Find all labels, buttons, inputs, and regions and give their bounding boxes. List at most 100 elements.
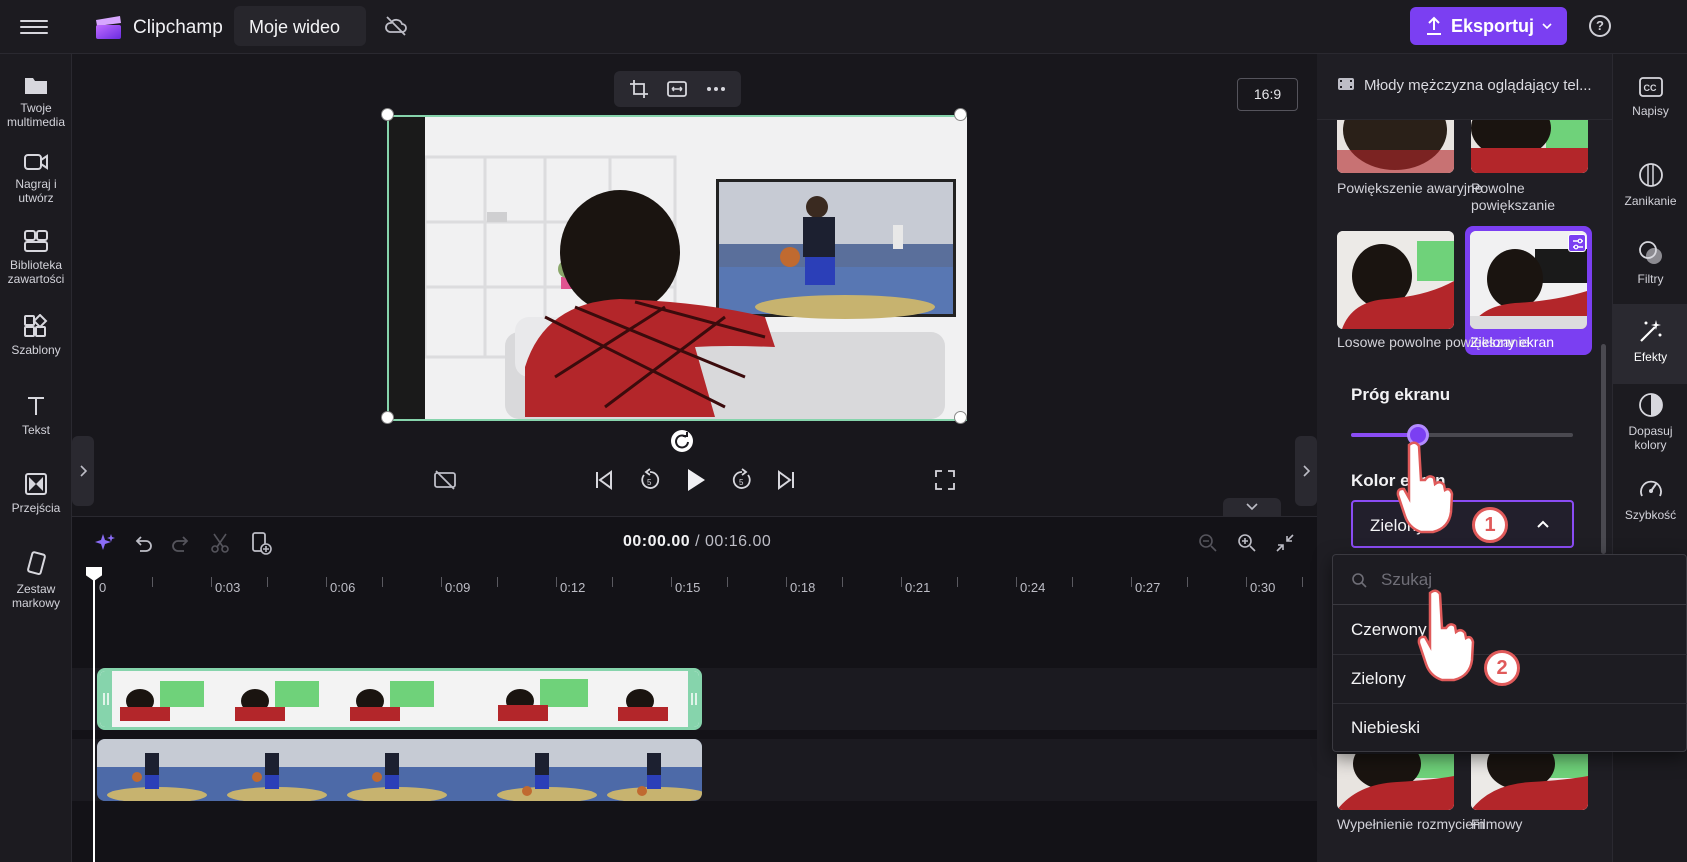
menu-icon[interactable]: [20, 16, 48, 38]
rewind-5-icon[interactable]: 5: [638, 467, 662, 493]
ruler-tick: [671, 577, 672, 587]
ruler-label: 0:18: [790, 580, 816, 595]
export-button[interactable]: Eksportuj: [1410, 7, 1567, 45]
rotate-icon[interactable]: [671, 430, 693, 452]
crop-icon[interactable]: [629, 79, 649, 99]
ruler-tick: [727, 577, 728, 587]
option-red[interactable]: Czerwony: [1333, 605, 1687, 655]
effect-thumbnail[interactable]: [1471, 754, 1588, 810]
sidebar-item-brand-kit[interactable]: Zestaw markowy: [0, 551, 72, 610]
skip-back-icon[interactable]: [593, 469, 615, 491]
scissors-icon[interactable]: [209, 532, 231, 554]
sidebar-item-transitions[interactable]: Przejścia: [0, 472, 72, 515]
add-media-icon[interactable]: [250, 531, 272, 555]
brand-kit-icon: [27, 551, 46, 576]
right-panel-collapse-button[interactable]: [1295, 436, 1317, 506]
project-name-field[interactable]: Moje wideo: [234, 6, 366, 46]
resize-handle[interactable]: [954, 108, 967, 121]
chevron-down-icon: [1542, 23, 1552, 30]
effect-thumbnail[interactable]: [1471, 120, 1588, 173]
fullscreen-icon[interactable]: [934, 469, 956, 491]
effect-thumbnail[interactable]: [1337, 754, 1454, 810]
resize-handle[interactable]: [954, 411, 967, 424]
ruler-tick: [1016, 577, 1017, 587]
zoom-out-icon[interactable]: [1198, 533, 1218, 553]
sidebar-item-content-library[interactable]: Biblioteka zawartości: [0, 229, 72, 286]
video-preview[interactable]: [387, 115, 967, 421]
aspect-ratio-button[interactable]: 16:9: [1237, 78, 1298, 111]
ruler-tick: [786, 577, 787, 587]
option-blue[interactable]: Niebieski: [1333, 703, 1687, 753]
tab-speed[interactable]: Szybkość: [1613, 476, 1687, 522]
sidebar-item-record[interactable]: Nagraj i utwórz: [0, 152, 72, 205]
ruler-label: 0:06: [330, 580, 356, 595]
popup-search: [1333, 555, 1687, 605]
sidebar-item-templates[interactable]: Szablony: [0, 314, 72, 357]
fit-timeline-icon[interactable]: [1275, 533, 1295, 553]
video-frame-image: [425, 117, 967, 419]
basketball-clip[interactable]: [97, 739, 702, 801]
tab-filters[interactable]: Filtry: [1613, 240, 1687, 286]
ruler-tick: [842, 577, 843, 587]
hand-cursor-icon: [1396, 441, 1454, 534]
timeline-collapse-button[interactable]: [1223, 498, 1281, 516]
sidebar-item-your-media[interactable]: Twoje multimedia: [0, 74, 72, 129]
more-options-icon[interactable]: [706, 86, 726, 92]
speed-icon: [1639, 480, 1662, 497]
resize-handle[interactable]: [381, 108, 394, 121]
effect-thumbnail[interactable]: [1337, 231, 1454, 329]
ruler-tick: [1302, 577, 1303, 587]
resize-handle[interactable]: [381, 411, 394, 424]
sidebar-item-text[interactable]: Tekst: [0, 394, 72, 437]
tab-adjust-colors[interactable]: Dopasuj kolory: [1613, 392, 1687, 452]
help-icon[interactable]: ?: [1589, 15, 1611, 37]
screen-color-dropdown[interactable]: Zielony: [1351, 500, 1574, 548]
film-icon: [1338, 78, 1354, 90]
ruler-tick: [267, 577, 268, 587]
tab-label: Filtry: [1637, 272, 1664, 286]
effect-label: Filmowy: [1471, 816, 1523, 832]
sidebar-item-label: Twoje multimedia: [6, 101, 66, 129]
skip-forward-icon[interactable]: [775, 469, 797, 491]
tab-effects[interactable]: Efekty: [1613, 304, 1687, 384]
fit-icon[interactable]: [666, 80, 688, 98]
ruler-label: 0:30: [1250, 580, 1276, 595]
clipchamp-editor: Clipchamp Moje wideo Eksportuj ? Twoje m…: [0, 0, 1687, 862]
tab-fade[interactable]: Zanikanie: [1613, 162, 1687, 208]
hand-cursor-icon: [1417, 589, 1475, 682]
playhead[interactable]: [93, 567, 95, 862]
export-label: Eksportuj: [1450, 15, 1534, 36]
ruler-tick: [382, 577, 383, 587]
redo-icon[interactable]: [170, 532, 192, 554]
adjust-colors-icon: [1638, 393, 1663, 417]
effect-settings-icon[interactable]: [1568, 234, 1586, 252]
svg-text:CC: CC: [1643, 83, 1656, 93]
total-time: 00:16.00: [705, 533, 772, 550]
timecode-display: 00:00.00 / 00:16.00: [623, 533, 771, 551]
effect-label: Zielony ekran: [1470, 334, 1555, 350]
effect-label: Powiększenie awaryjne: [1337, 180, 1483, 196]
ruler-tick: [441, 577, 442, 587]
tab-captions[interactable]: CC Napisy: [1613, 76, 1687, 118]
ruler-tick: [1131, 577, 1132, 587]
timeline-ruler[interactable]: 0 0:03 0:06 0:09 0:12 0:15 0:18 0:21 0:2…: [72, 567, 1317, 607]
left-panel-collapse-button[interactable]: [72, 436, 94, 506]
ruler-label: 0:21: [905, 580, 931, 595]
undo-icon[interactable]: [132, 532, 154, 554]
ruler-label: 0:27: [1135, 580, 1161, 595]
panel-scrollbar[interactable]: [1601, 344, 1606, 554]
green-screen-clip[interactable]: [97, 668, 702, 730]
filters-icon: [1638, 241, 1662, 264]
play-icon[interactable]: [685, 467, 707, 493]
magic-sparkle-icon[interactable]: [94, 532, 116, 554]
ruler-tick: [497, 577, 498, 587]
cloud-offline-icon[interactable]: [384, 15, 408, 37]
hide-preview-icon[interactable]: [433, 469, 457, 491]
threshold-slider[interactable]: [1351, 424, 1573, 446]
forward-5-icon[interactable]: 5: [730, 467, 754, 493]
effect-thumbnail[interactable]: [1337, 120, 1454, 173]
folder-icon: [25, 78, 47, 94]
zoom-in-icon[interactable]: [1237, 533, 1257, 553]
current-time: 00:00.00: [623, 533, 691, 550]
effects-icon: [1639, 320, 1661, 342]
